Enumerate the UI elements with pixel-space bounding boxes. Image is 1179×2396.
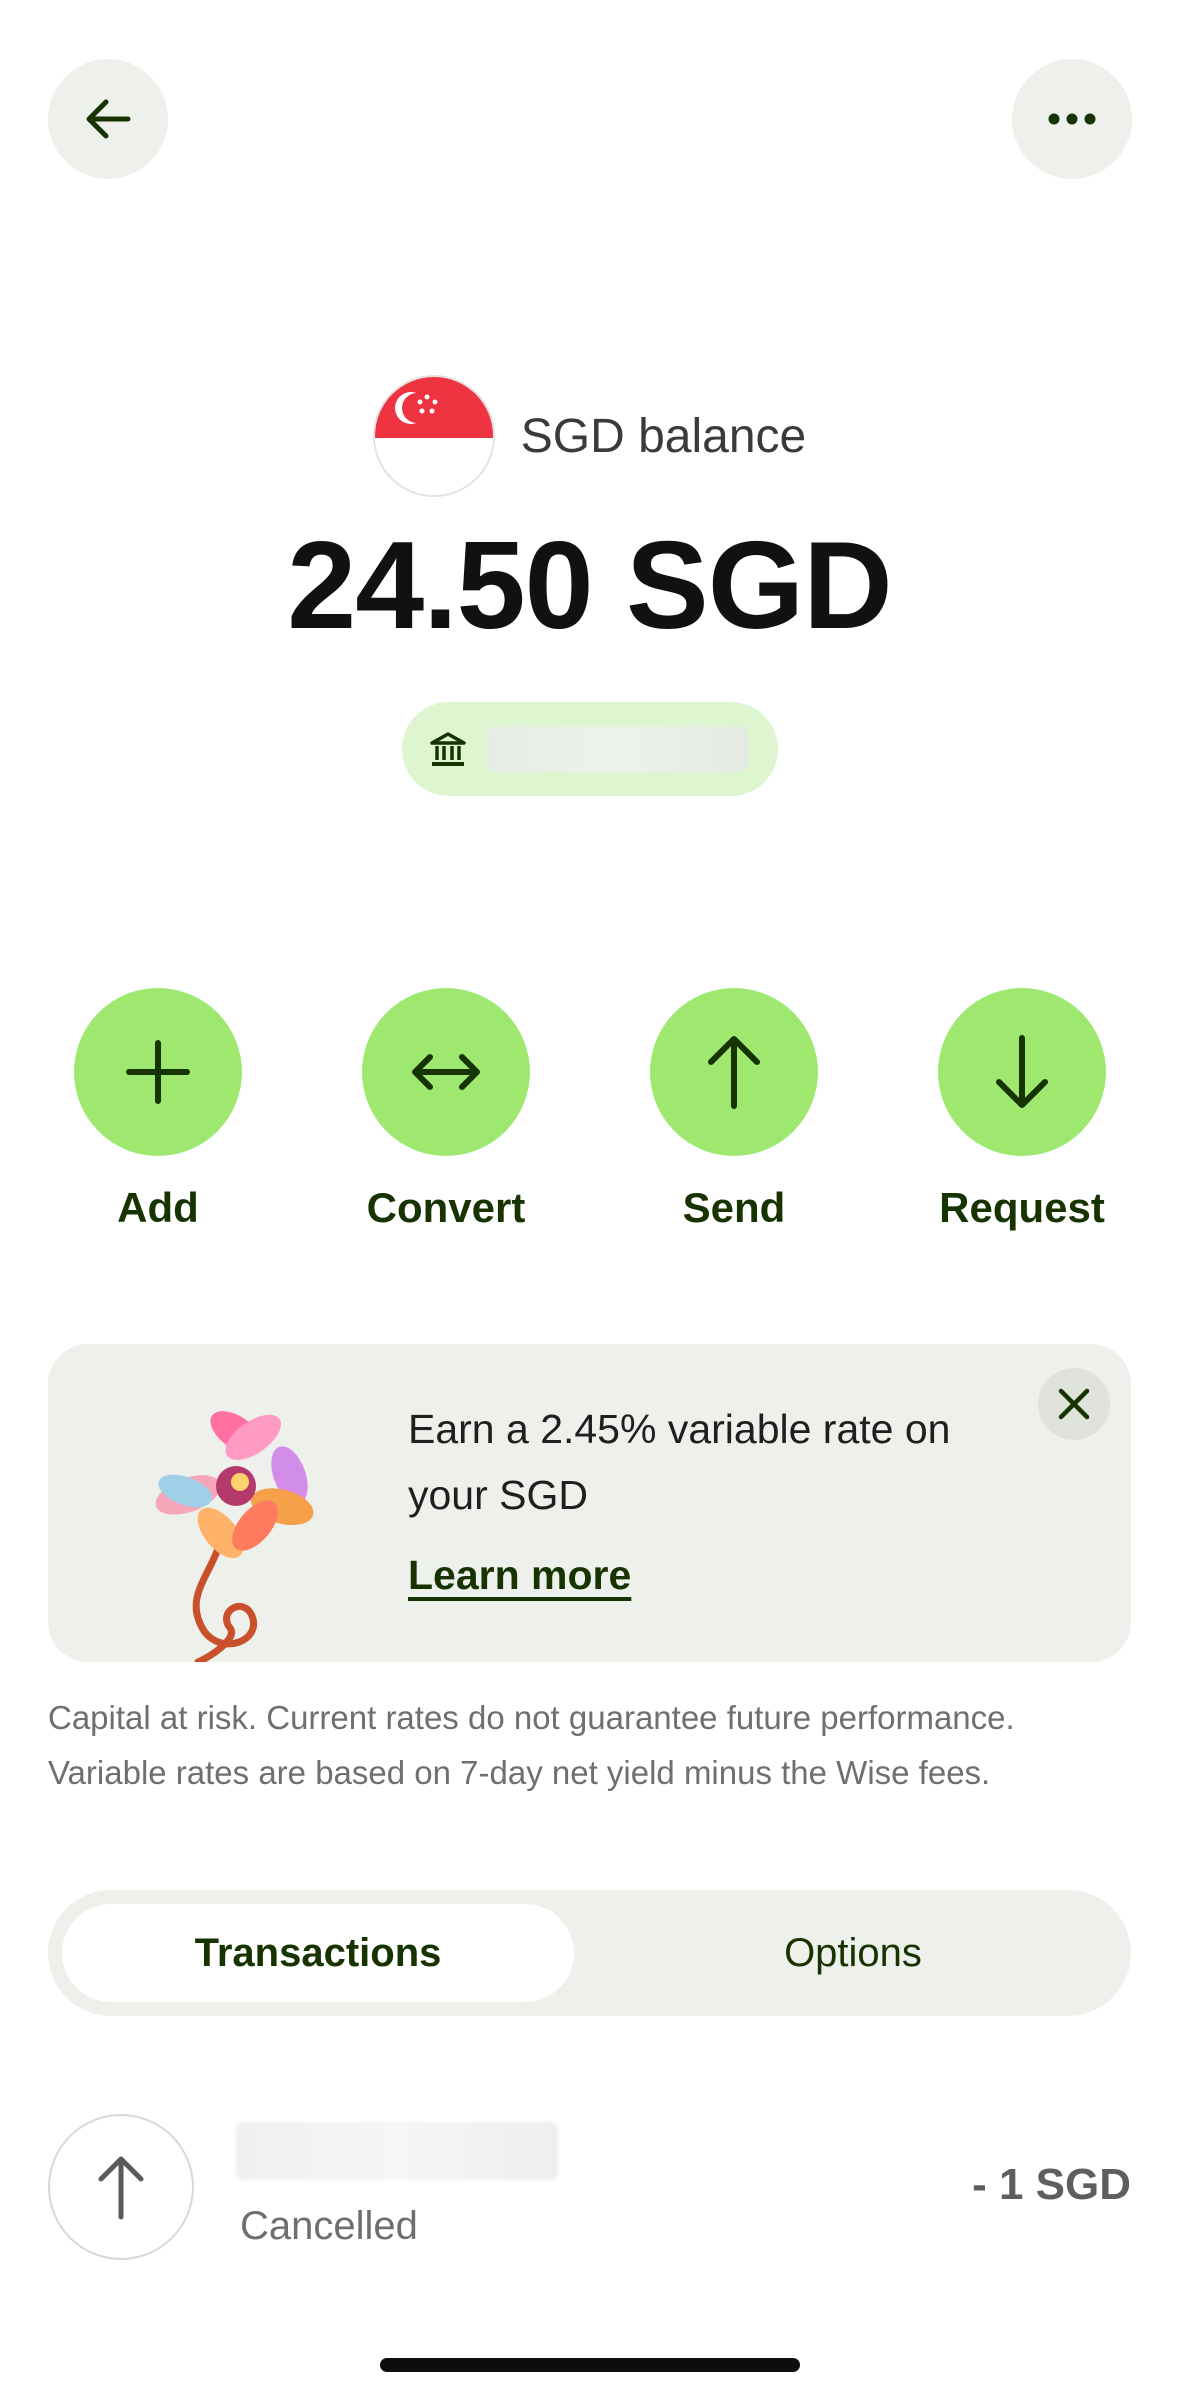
request-button[interactable]: Request — [902, 988, 1142, 1232]
balance-label: SGD balance — [520, 409, 807, 463]
quick-actions: Add Convert Send Request — [0, 988, 1179, 1248]
learn-more-link[interactable]: Learn more — [408, 1552, 631, 1599]
flower-illustration — [155, 1411, 314, 1662]
more-options-button[interactable] — [1012, 59, 1132, 179]
convert-button[interactable]: Convert — [326, 988, 566, 1232]
arrow-left-icon — [86, 99, 131, 139]
send-button[interactable]: Send — [614, 988, 854, 1232]
promo-close-button[interactable] — [1038, 1368, 1110, 1440]
close-icon — [1058, 1388, 1090, 1420]
balance-header: SGD balance — [0, 375, 1179, 497]
arrow-up-icon — [708, 1036, 760, 1109]
interest-promo-card: Earn a 2.45% variable rate on your SGD L… — [48, 1344, 1131, 1662]
bank-icon — [430, 732, 466, 766]
promo-text: Earn a 2.45% variable rate on your SGD — [408, 1406, 951, 1518]
disclaimer-text: Capital at risk. Current rates do not gu… — [48, 1690, 1148, 1800]
transaction-icon — [48, 2114, 194, 2260]
transaction-amount: - 1 SGD — [972, 2160, 1131, 2209]
tab-transactions[interactable]: Transactions — [62, 1904, 574, 2002]
segmented-tabs: Transactions Options — [48, 1890, 1131, 2016]
transaction-row[interactable]: Cancelled - 1 SGD — [48, 2114, 1131, 2264]
add-label: Add — [117, 1184, 199, 1231]
arrow-up-icon — [98, 2156, 144, 2220]
tab-options[interactable]: Options — [589, 1904, 1117, 2002]
transaction-name-redacted — [236, 2122, 558, 2180]
convert-arrows-icon — [412, 1054, 480, 1090]
request-label: Request — [939, 1184, 1105, 1231]
arrow-down-icon — [996, 1035, 1048, 1108]
singapore-flag-icon — [372, 375, 495, 497]
account-details-pill[interactable] — [402, 702, 778, 796]
home-indicator[interactable] — [380, 2358, 800, 2372]
account-number-redacted — [486, 726, 748, 772]
disclaimer-line-1: Capital at risk. Current rates do not gu… — [48, 1699, 1015, 1736]
disclaimer-line-2: Variable rates are based on 7-day net yi… — [48, 1754, 991, 1791]
more-horizontal-icon — [1048, 113, 1096, 125]
transaction-status: Cancelled — [240, 2204, 418, 2248]
plus-icon — [126, 1040, 190, 1104]
balance-amount: 24.50 SGD — [287, 517, 892, 655]
convert-label: Convert — [366, 1184, 526, 1231]
back-button[interactable] — [48, 59, 168, 179]
send-label: Send — [682, 1184, 786, 1231]
add-button[interactable]: Add — [38, 988, 278, 1232]
